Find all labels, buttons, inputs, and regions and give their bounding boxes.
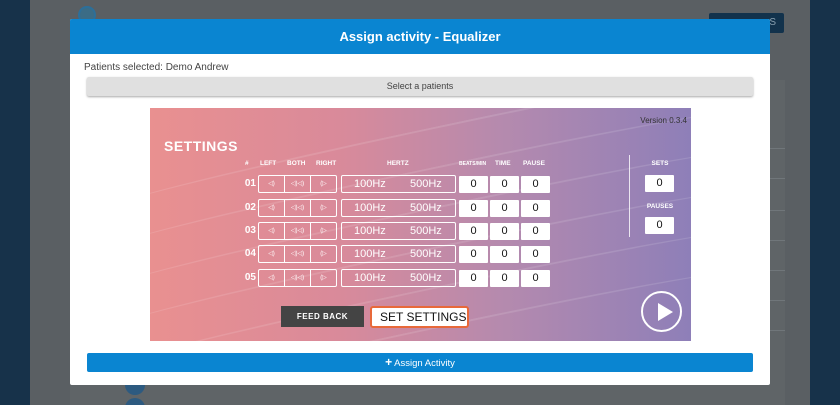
row-number: 03 xyxy=(244,225,256,236)
pause-input[interactable]: 0 xyxy=(521,223,550,240)
row-number: 05 xyxy=(244,272,256,283)
beats-input[interactable]: 0 xyxy=(459,246,488,263)
sets-label: SETS xyxy=(651,160,669,167)
time-input[interactable]: 0 xyxy=(490,246,519,263)
hertz-range-field[interactable]: 100Hz 500Hz xyxy=(341,199,456,217)
header-left: LEFT xyxy=(260,160,277,167)
sets-input[interactable]: 0 xyxy=(645,175,674,192)
left-speaker-icon[interactable]: ◁) xyxy=(259,270,285,286)
equalizer-game-frame[interactable]: Version 0.3.4 SETTINGS # LEFT BOTH RIGHT… xyxy=(150,108,691,341)
left-speaker-icon[interactable]: ◁) xyxy=(259,200,285,216)
hertz-low: 100Hz xyxy=(354,225,386,237)
assign-activity-button[interactable]: + Assign Activity xyxy=(87,353,753,372)
time-input[interactable]: 0 xyxy=(490,223,519,240)
beats-input[interactable]: 0 xyxy=(459,270,488,287)
hertz-high: 500Hz xyxy=(410,202,442,214)
both-speaker-icon[interactable]: ◁)◁) xyxy=(285,270,311,286)
background-row-line xyxy=(770,178,785,179)
hertz-high: 500Hz xyxy=(410,248,442,260)
assign-activity-label: Assign Activity xyxy=(394,358,455,369)
hertz-range-field[interactable]: 100Hz 500Hz xyxy=(341,175,456,193)
modal-title: Assign activity - Equalizer xyxy=(70,19,770,54)
right-speaker-icon[interactable]: (▷ xyxy=(311,176,336,192)
pause-input[interactable]: 0 xyxy=(521,200,550,217)
header-both: BOTH xyxy=(287,160,306,167)
pause-input[interactable]: 0 xyxy=(521,270,550,287)
channel-selector: ◁) ◁)◁) (▷ xyxy=(258,222,337,240)
beats-input[interactable]: 0 xyxy=(459,176,488,193)
pauses-label: PAUSES xyxy=(646,203,674,210)
hertz-range-field[interactable]: 100Hz 500Hz xyxy=(341,269,456,287)
time-input[interactable]: 0 xyxy=(490,200,519,217)
plus-icon: + xyxy=(385,355,393,369)
both-speaker-icon[interactable]: ◁)◁) xyxy=(285,246,311,262)
channel-selector: ◁) ◁)◁) (▷ xyxy=(258,245,337,263)
right-speaker-icon[interactable]: (▷ xyxy=(311,223,336,239)
pauses-input[interactable]: 0 xyxy=(645,217,674,234)
row-number: 01 xyxy=(244,178,256,189)
channel-selector: ◁) ◁)◁) (▷ xyxy=(258,199,337,217)
right-speaker-icon[interactable]: (▷ xyxy=(311,270,336,286)
select-patients-button[interactable]: Select a patients xyxy=(87,77,753,96)
hertz-low: 100Hz xyxy=(354,178,386,190)
hertz-high: 500Hz xyxy=(410,225,442,237)
settings-title: SETTINGS xyxy=(164,138,239,154)
time-input[interactable]: 0 xyxy=(490,176,519,193)
hertz-high: 500Hz xyxy=(410,178,442,190)
background-row-line xyxy=(770,148,785,149)
beats-input[interactable]: 0 xyxy=(459,200,488,217)
header-time: TIME xyxy=(495,160,511,167)
hertz-high: 500Hz xyxy=(410,272,442,284)
header-num: # xyxy=(245,160,249,167)
play-icon xyxy=(658,303,673,321)
right-speaker-icon[interactable]: (▷ xyxy=(311,246,336,262)
background-row-line xyxy=(770,240,785,241)
beats-input[interactable]: 0 xyxy=(459,223,488,240)
patients-selected-text: Patients selected: Demo Andrew xyxy=(84,62,229,73)
both-speaker-icon[interactable]: ◁)◁) xyxy=(285,176,311,192)
header-pause: PAUSE xyxy=(523,160,545,167)
background-row-line xyxy=(770,270,785,271)
background-row-line xyxy=(770,330,785,331)
right-speaker-icon[interactable]: (▷ xyxy=(311,200,336,216)
time-input[interactable]: 0 xyxy=(490,270,519,287)
both-speaker-icon[interactable]: ◁)◁) xyxy=(285,223,311,239)
both-speaker-icon[interactable]: ◁)◁) xyxy=(285,200,311,216)
left-speaker-icon[interactable]: ◁) xyxy=(259,223,285,239)
set-settings-button[interactable]: SET SETTINGS xyxy=(370,306,469,328)
background-row-line xyxy=(770,300,785,301)
channel-selector: ◁) ◁)◁) (▷ xyxy=(258,269,337,287)
left-speaker-icon[interactable]: ◁) xyxy=(259,246,285,262)
pause-input[interactable]: 0 xyxy=(521,176,550,193)
header-hertz: HERTZ xyxy=(387,160,409,167)
assign-activity-modal: Assign activity - Equalizer Patients sel… xyxy=(70,19,770,385)
row-number: 04 xyxy=(244,248,256,259)
background-row-line xyxy=(770,210,785,211)
pause-input[interactable]: 0 xyxy=(521,246,550,263)
hertz-low: 100Hz xyxy=(354,272,386,284)
hertz-range-field[interactable]: 100Hz 500Hz xyxy=(341,245,456,263)
hertz-range-field[interactable]: 100Hz 500Hz xyxy=(341,222,456,240)
header-beats: BEATS/MIN xyxy=(459,161,487,167)
play-button[interactable] xyxy=(641,291,682,332)
hertz-low: 100Hz xyxy=(354,202,386,214)
hertz-low: 100Hz xyxy=(354,248,386,260)
section-divider xyxy=(629,155,630,237)
channel-selector: ◁) ◁)◁) (▷ xyxy=(258,175,337,193)
version-label: Version 0.3.4 xyxy=(640,116,687,125)
feedback-button[interactable]: FEED BACK xyxy=(281,306,364,327)
header-right: RIGHT xyxy=(316,160,337,167)
left-speaker-icon[interactable]: ◁) xyxy=(259,176,285,192)
row-number: 02 xyxy=(244,202,256,213)
